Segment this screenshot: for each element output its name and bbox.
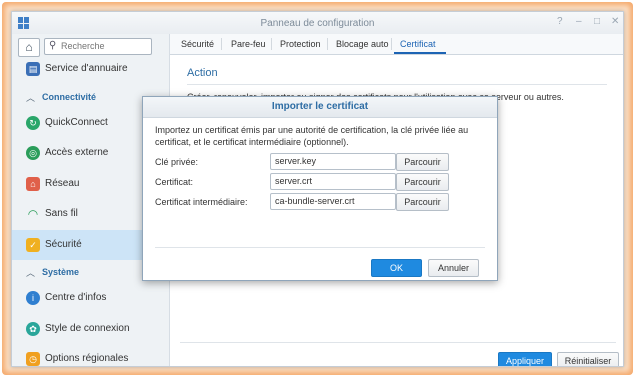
sidebar-item-label: Sans fil [45,208,78,219]
tab-separator [391,38,392,50]
home-icon: ⌂ [25,40,33,54]
chevron-up-icon: ︿ [26,93,36,103]
tab-auto-block[interactable]: Blocage auto [336,39,389,49]
certificate-label: Certificat: [155,177,194,187]
apply-button[interactable]: Appliquer [498,352,552,366]
info-center-icon: i [26,291,40,305]
tab-separator [221,38,222,50]
import-certificate-dialog: Importer le certificat Importez un certi… [142,96,498,281]
sidebar-item-label: Service d'annuaire [45,63,128,74]
tab-security[interactable]: Sécurité [181,39,214,49]
cancel-button[interactable]: Annuler [428,259,479,277]
search-icon: ⚲ [49,40,57,51]
security-shield-icon: ✓ [26,238,40,252]
search-input[interactable] [61,40,147,52]
sidebar-item-info-center[interactable]: i Centre d'infos [12,283,169,313]
dialog-title: Importer le certificat [143,97,497,118]
tab-certificate[interactable]: Certificat [400,39,436,49]
wireless-icon: ◠ [27,207,39,221]
login-style-icon: ✿ [26,322,40,336]
certificate-field[interactable]: server.crt [270,173,396,190]
sidebar-item-label: Options régionales [45,353,129,364]
search-box[interactable]: ⚲ [44,38,152,55]
sidebar-item-label: Réseau [45,178,80,189]
sidebar-item-label: Accès externe [45,147,109,158]
intermediate-certificate-field[interactable]: ca-bundle-server.crt [270,193,396,210]
divider [180,342,616,343]
sidebar-item-login-style[interactable]: ✿ Style de connexion [12,314,169,344]
quickconnect-icon: ↻ [26,116,40,130]
chevron-up-icon: ︿ [26,268,36,278]
tab-separator [327,38,328,50]
section-label: Connectivité [42,92,97,102]
directory-service-icon: ▤ [26,62,40,76]
section-label: Système [42,267,80,277]
close-icon[interactable]: ✕ [611,16,619,27]
private-key-field[interactable]: server.key [270,153,396,170]
divider [155,247,485,248]
browse-private-key-button[interactable]: Parcourir [396,153,449,171]
private-key-label: Clé privée: [155,157,199,167]
window-title: Panneau de configuration [260,18,375,29]
intermediate-certificate-label: Certificat intermédiaire: [155,197,248,207]
title-bar: Panneau de configuration ? – □ ✕ [12,12,623,35]
sidebar-item-label: Sécurité [45,239,82,250]
ok-button[interactable]: OK [371,259,422,277]
active-tab-indicator [394,52,446,54]
tab-separator [271,38,272,50]
tab-firewall[interactable]: Pare-feu [231,39,266,49]
minimize-icon[interactable]: – [576,16,582,27]
tab-protection[interactable]: Protection [280,39,321,49]
browse-intermediate-certificate-button[interactable]: Parcourir [396,193,449,211]
maximize-icon[interactable]: □ [594,16,600,27]
tab-bar: Sécurité Pare-feu Protection Blocage aut… [170,34,623,55]
sidebar-item-directory-service[interactable]: ▤ Service d'annuaire [12,54,169,84]
regional-options-icon: ◷ [26,352,40,366]
dialog-description: Importez un certificat émis par une auto… [155,125,469,147]
sidebar-item-label: Centre d'infos [45,292,107,303]
sidebar-item-label: QuickConnect [45,117,108,128]
external-access-icon: ◎ [26,146,40,160]
action-heading: Action [187,67,218,79]
sidebar-item-regional-options[interactable]: ◷ Options régionales [12,344,169,366]
divider [187,84,607,85]
sidebar-item-label: Style de connexion [45,323,130,334]
reset-button[interactable]: Réinitialiser [557,352,619,366]
network-icon: ⌂ [26,177,40,191]
browse-certificate-button[interactable]: Parcourir [396,173,449,191]
help-icon[interactable]: ? [557,16,563,27]
